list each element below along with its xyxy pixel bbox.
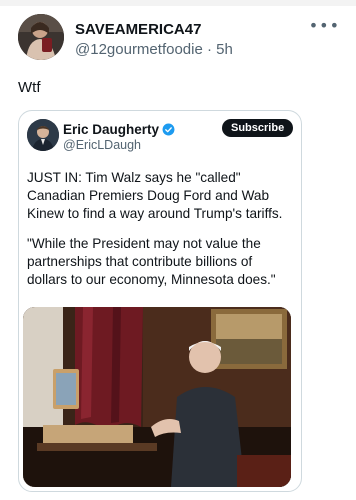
- verified-badge-icon: [162, 123, 175, 139]
- quoted-author-handle[interactable]: @EricLDaugh: [63, 138, 141, 152]
- quoted-post-card[interactable]: Eric Daugherty @EricLDaugh Subscribe JUS…: [18, 110, 302, 492]
- quoted-author-avatar[interactable]: [27, 119, 59, 151]
- subscribe-button[interactable]: Subscribe: [222, 119, 294, 137]
- author-name[interactable]: SAVEAMERICA47: [75, 21, 201, 38]
- ellipsis-icon[interactable]: •••: [309, 16, 340, 35]
- quoted-author-name-text: Eric Daugherty: [63, 122, 160, 137]
- quoted-post-text: JUST IN: Tim Walz says he "called" Canad…: [27, 169, 295, 301]
- post-text: Wtf: [18, 79, 41, 96]
- quoted-paragraph-2: "While the President may not value the p…: [27, 236, 276, 287]
- quoted-post-photo[interactable]: [23, 307, 291, 487]
- quoted-paragraph-1: JUST IN: Tim Walz says he "called" Canad…: [27, 170, 283, 221]
- quoted-author-name[interactable]: Eric Daugherty: [63, 122, 175, 139]
- top-divider: [0, 0, 356, 6]
- author-avatar[interactable]: [18, 14, 64, 60]
- author-handle-timestamp[interactable]: @12gourmetfoodie · 5h: [75, 41, 233, 58]
